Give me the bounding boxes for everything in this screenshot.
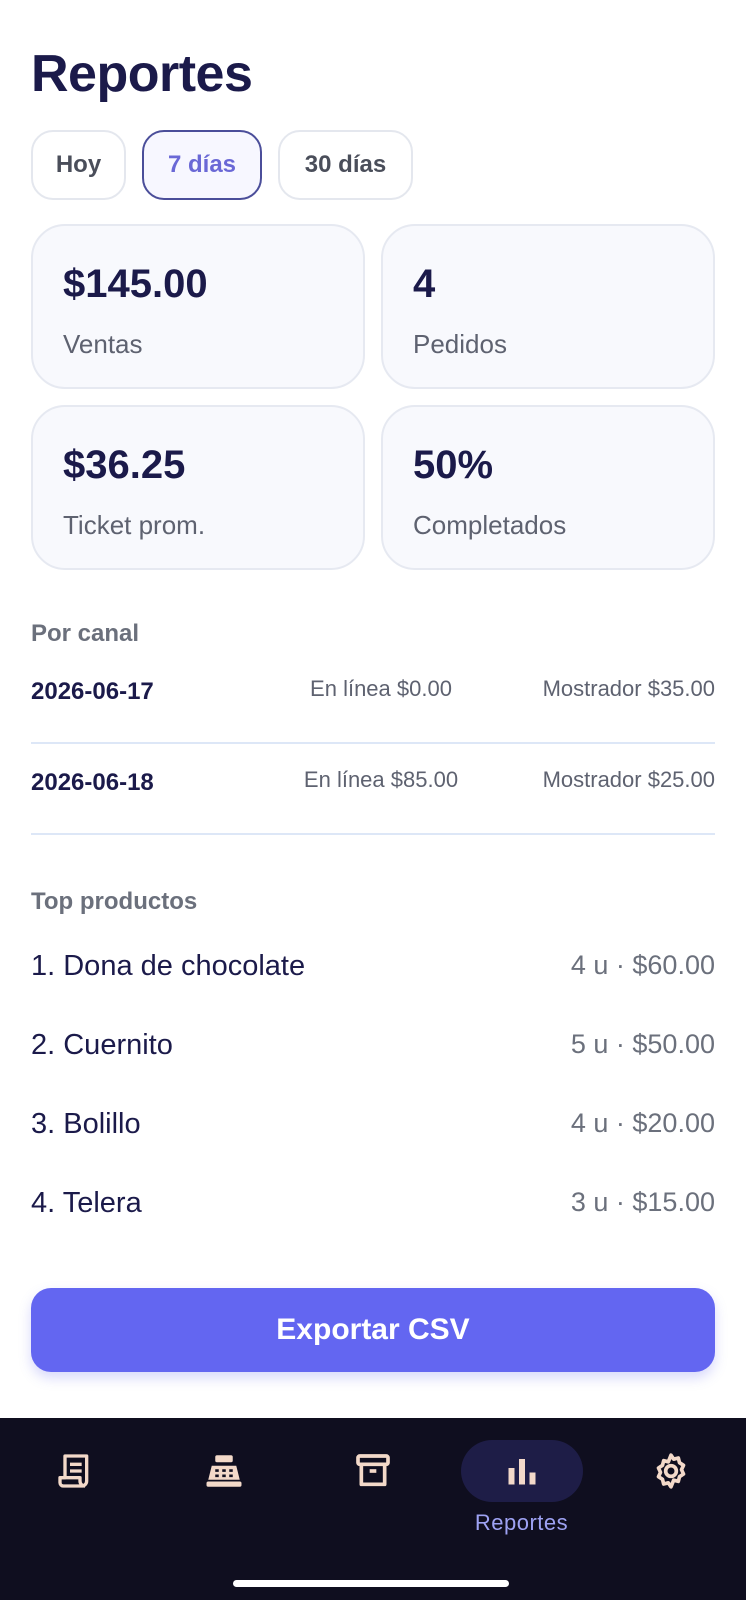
product-name: 3. Bolillo (31, 1108, 141, 1140)
product-name: 4. Telera (31, 1187, 142, 1219)
channel-date: 2026-06-17 (31, 678, 154, 705)
nav-icon-wrap (14, 1440, 136, 1502)
stat-label: Ticket prom. (63, 510, 206, 540)
product-row: 1. Dona de chocolate 4 u · $60.00 (31, 940, 715, 1000)
nav-icon-wrap (312, 1440, 434, 1502)
bar-chart-icon (508, 1459, 535, 1485)
channel-row: 2026-06-18 En línea $85.00 Mostrador $25… (31, 743, 715, 835)
stat-label: Ventas (63, 329, 143, 359)
product-row: 4. Telera 3 u · $15.00 (31, 1177, 715, 1237)
section-title-top-products: Top productos (31, 888, 198, 915)
nav-item-orders[interactable] (0, 1418, 149, 1568)
nav-item-inventory[interactable] (298, 1418, 447, 1568)
channel-online-total: En línea $0.00 (310, 676, 452, 701)
nav-icon-wrap (460, 1440, 583, 1502)
stat-card-sales: $145.00 Ventas (31, 224, 365, 389)
stats-grid: $145.00 Ventas 4 Pedidos $36.25 Ticket p… (31, 224, 715, 570)
stat-card-avg-ticket: $36.25 Ticket prom. (31, 405, 365, 570)
channel-row: 2026-06-17 En línea $0.00 Mostrador $35.… (31, 652, 715, 744)
archive-box-icon (355, 1454, 390, 1487)
product-row: 3. Bolillo 4 u · $20.00 (31, 1098, 715, 1158)
product-name: 2. Cuernito (31, 1029, 173, 1061)
cash-register-icon (206, 1455, 241, 1487)
channel-date: 2026-06-18 (31, 769, 154, 796)
tab-30-days[interactable]: 30 días (278, 130, 413, 200)
tab-today[interactable]: Hoy (31, 130, 126, 200)
product-row: 2. Cuernito 5 u · $50.00 (31, 1019, 715, 1079)
stat-label: Pedidos (413, 329, 507, 359)
stat-label: Completados (413, 510, 567, 540)
stat-card-orders: 4 Pedidos (381, 224, 715, 389)
receipt-icon (57, 1454, 88, 1488)
home-indicator (233, 1580, 509, 1587)
tab-7-days[interactable]: 7 días (142, 130, 262, 200)
nav-icon-wrap (163, 1440, 285, 1502)
stat-value: $145.00 (63, 262, 208, 306)
product-stats: 4 u · $20.00 (570, 1108, 715, 1138)
section-title-channel: Por canal (31, 620, 140, 647)
product-name: 1. Dona de chocolate (31, 950, 306, 982)
gear-icon (656, 1453, 685, 1489)
nav-item-reports[interactable]: Reportes (447, 1418, 596, 1568)
bottom-nav: Reportes (0, 1418, 746, 1600)
export-csv-button[interactable]: Exportar CSV (31, 1288, 715, 1372)
product-stats: 3 u · $15.00 (570, 1187, 715, 1217)
channel-counter-total: Mostrador $25.00 (542, 767, 715, 792)
stat-value: $36.25 (63, 443, 186, 487)
stat-value: 50% (413, 443, 494, 487)
page-title: Reportes (31, 45, 253, 103)
nav-item-register[interactable] (149, 1418, 298, 1568)
nav-icon-wrap (610, 1440, 732, 1502)
channel-online-total: En línea $85.00 (303, 767, 459, 792)
stat-card-completed: 50% Completados (381, 405, 715, 570)
nav-item-settings[interactable] (596, 1418, 745, 1568)
nav-label-reports: Reportes (474, 1510, 569, 1535)
channel-counter-total: Mostrador $35.00 (542, 676, 715, 701)
range-tabs: Hoy 7 días 30 días (31, 130, 413, 200)
stat-value: 4 (413, 262, 436, 306)
product-stats: 4 u · $60.00 (570, 950, 715, 980)
product-stats: 5 u · $50.00 (570, 1029, 715, 1059)
